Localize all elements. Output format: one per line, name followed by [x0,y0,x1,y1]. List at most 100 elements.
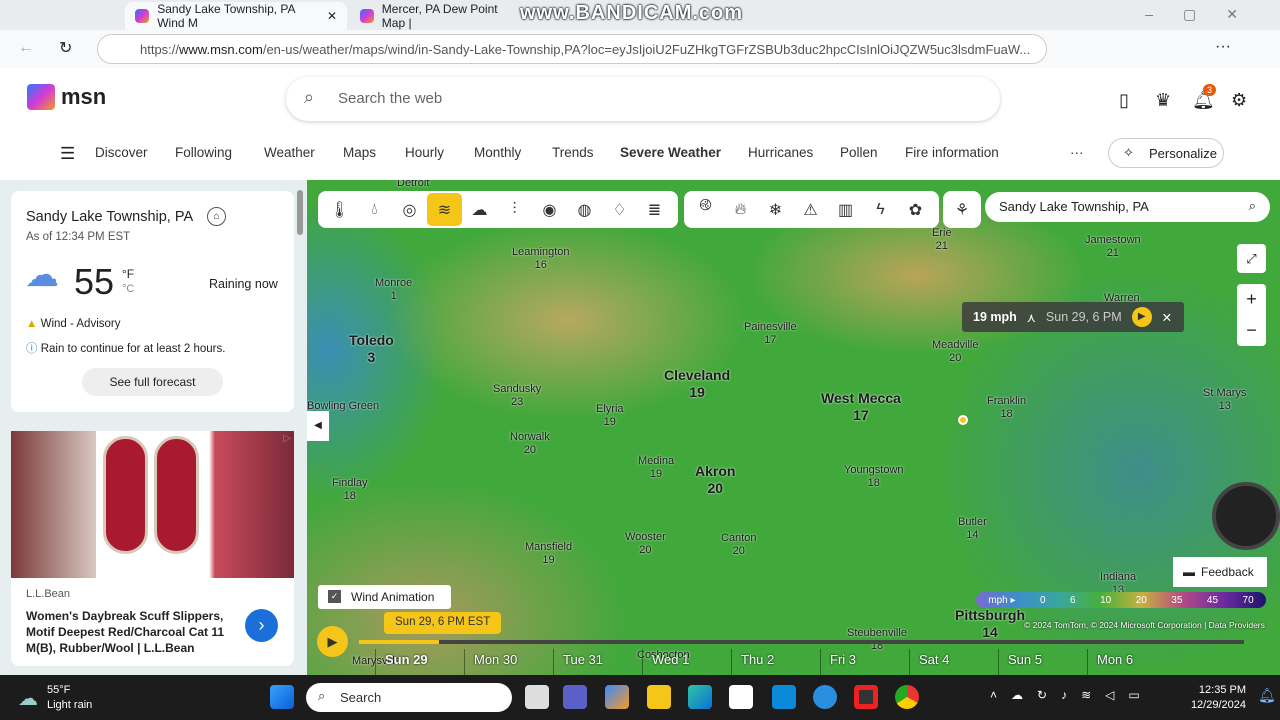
feedback-button[interactable]: ▬ Feedback [1173,557,1267,587]
help-icon[interactable] [813,685,837,709]
unit-f[interactable]: °F [122,267,134,281]
city-label[interactable]: Wooster 20 [625,531,666,557]
timeline-day[interactable]: Sun 5 [1008,652,1042,667]
city-label[interactable]: Butler 14 [958,516,987,542]
scrollbar[interactable] [297,190,303,235]
copilot-icon[interactable] [605,685,629,709]
teams-icon[interactable] [563,685,587,709]
nav-pollen[interactable]: Pollen [840,145,878,160]
temperature-icon[interactable]: 🌡︎ [322,193,357,226]
city-label[interactable]: Canton 20 [721,532,756,558]
city-label[interactable]: Sandusky 23 [493,383,541,409]
taskbar-temp[interactable]: 55°F [47,684,70,696]
clock-date[interactable]: 12/29/2024 [1186,699,1246,711]
timeline-day[interactable]: Tue 31 [563,652,603,667]
snow-icon[interactable]: ❄ [758,193,793,226]
zoom-in-button[interactable]: + [1237,284,1266,315]
fire-icon[interactable]: 🔥︎ [723,193,758,226]
timeline-day[interactable]: Thu 2 [741,652,774,667]
close-tab-icon[interactable]: ✕ [327,9,337,23]
taskbar-condition[interactable]: Light rain [47,699,92,711]
phone-icon[interactable]: ▯ [1119,90,1129,111]
city-label[interactable]: Erie 21 [932,227,952,253]
city-label[interactable]: Meadville 20 [932,339,978,365]
tab-inactive[interactable]: Mercer, PA Dew Point Map | [350,2,520,30]
city-label[interactable]: Franklin 18 [987,395,1026,421]
notification-icon[interactable]: 🔔︎ [1258,687,1276,704]
nav-following[interactable]: Following [175,145,232,160]
zoom-out-button[interactable]: − [1237,315,1266,346]
city-label[interactable]: Painesville 17 [744,321,797,347]
nav-weather[interactable]: Weather [264,145,315,160]
timeline-day[interactable]: Mon 6 [1097,652,1133,667]
timeline-day[interactable]: Sun 29 [385,652,428,667]
timeline-day[interactable]: Wed 1 [652,652,689,667]
city-label[interactable]: Detroit [397,180,429,190]
precipitation-icon[interactable]: 💧︎ [357,193,392,226]
close-icon[interactable]: ✕ [1162,310,1172,325]
city-label[interactable]: Leamington 16 [512,246,570,272]
city-label[interactable]: Medina 19 [638,455,674,481]
unit-c[interactable]: °C [122,283,134,295]
ad-card[interactable]: ▷ L.L.Bean Women's Daybreak Scuff Slippe… [11,431,294,666]
wind-animation-checkbox[interactable]: ✓ Wind Animation [318,585,451,609]
heat-icon[interactable]: ▥ [828,193,863,226]
rewards-icon[interactable]: ♛ [1155,90,1171,111]
edge-icon[interactable] [688,685,712,709]
pressure-icon[interactable]: ◍ [567,193,602,226]
nav-severe-weather[interactable]: Severe Weather [620,145,721,160]
taskbar-search[interactable]: ⌕ Search [306,683,512,712]
start-icon[interactable] [270,685,294,709]
timeline-day[interactable]: Sat 4 [919,652,949,667]
pollen-icon[interactable]: ♢ [602,193,637,226]
see-full-forecast-button[interactable]: See full forecast [82,368,223,396]
nav-discover[interactable]: Discover [95,145,148,160]
menu-icon[interactable]: ☰ [60,144,75,164]
settings-icon[interactable]: ⚙ [1231,90,1247,111]
city-label[interactable]: Mansfield 19 [525,541,572,567]
city-label[interactable]: Norwalk 20 [510,431,550,457]
warning-icon[interactable]: ⚠ [793,193,828,226]
city-label[interactable]: Toledo 3 [349,332,394,366]
city-label[interactable]: Akron 20 [695,463,735,497]
ad-title[interactable]: Women's Daybreak Scuff Slippers, Motif D… [26,608,226,656]
location-search-input[interactable]: Sandy Lake Township, PA ⌕ [985,192,1270,222]
ad-choices-icon[interactable]: ▷ [283,433,291,444]
ad-image[interactable] [11,431,294,578]
nav-maps[interactable]: Maps [343,145,376,160]
task-view-icon[interactable] [525,685,549,709]
clock-time[interactable]: 12:35 PM [1186,684,1246,696]
tab-active[interactable]: Sandy Lake Township, PA Wind M ✕ [125,2,347,30]
timeline-day[interactable]: Fri 3 [830,652,856,667]
timeline-day[interactable]: Mon 30 [474,652,517,667]
plant-icon[interactable]: ⚘ [947,193,977,226]
dew-point-icon[interactable]: ⫶ [497,193,532,226]
system-tray-icons[interactable]: ˄☁↻♪≋◁▭ [990,688,1154,702]
air-quality-icon[interactable]: ≣ [637,193,672,226]
allergy-icon[interactable]: ✿ [898,193,933,226]
window-controls[interactable]: –▢✕ [1145,6,1268,23]
search-input[interactable]: ⌕ Search the web [286,77,1000,121]
wind-icon[interactable]: ≋ [427,193,462,226]
city-label[interactable]: Elyria 19 [596,403,624,429]
nav-hourly[interactable]: Hourly [405,145,444,160]
store-icon[interactable] [729,685,753,709]
attribution[interactable]: © 2024 TomTom, © 2024 Microsoft Corporat… [1024,620,1265,630]
personalize-button[interactable]: ✧ Personalize [1108,138,1224,168]
city-label[interactable]: Cleveland 19 [664,367,730,401]
cloud-icon[interactable]: ☁ [462,193,497,226]
play-icon[interactable]: ▶ [1131,307,1152,327]
more-icon[interactable]: ··· [1215,38,1231,56]
nav-more[interactable]: ··· [1070,145,1084,160]
city-label[interactable]: West Mecca 17 [821,390,901,424]
city-label[interactable]: Jamestown 21 [1085,234,1141,260]
hurricane-icon[interactable]: ࿋ [688,193,723,226]
nav-hurricanes[interactable]: Hurricanes [748,145,813,160]
bandicam-icon[interactable] [854,685,878,709]
wind-advisory[interactable]: ▲ Wind - Advisory [26,318,120,330]
chrome-icon[interactable] [895,685,919,709]
city-label[interactable]: Monroe 1 [375,277,412,303]
file-explorer-icon[interactable] [647,685,671,709]
back-icon[interactable]: ← [18,39,34,57]
visibility-icon[interactable]: ◉ [532,193,567,226]
